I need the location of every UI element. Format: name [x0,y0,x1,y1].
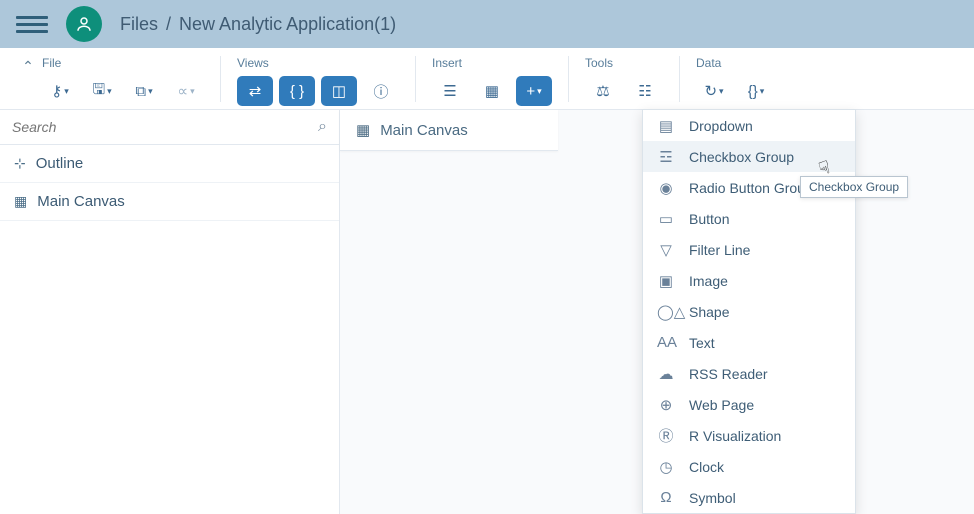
menu-item-icon: ☁ [657,365,675,383]
toolbar-group-data-label: Data [696,56,774,70]
collapse-toolbar-button[interactable]: ⌃ [14,56,42,75]
menu-item-icon: Ⓡ [657,425,675,446]
tooltip: Checkbox Group [800,176,908,198]
menu-item-label: Button [689,211,729,227]
canvas-icon: ▦ [356,121,370,139]
left-panel: ⌕ ⊹ Outline ▦ Main Canvas [0,110,340,514]
menu-item-label: Web Page [689,397,754,413]
menu-item-icon: ◉ [657,179,675,197]
insert-menu-item[interactable]: ▤ Dropdown [643,110,855,141]
top-bar: Files / New Analytic Application(1) [0,0,974,48]
toolbar-group-views-label: Views [237,56,399,70]
tree-item-main-canvas[interactable]: ▦ Main Canvas [0,183,339,221]
menu-item-icon: ⊕ [657,396,675,414]
menu-item-label: Shape [689,304,729,320]
menu-item-label: Checkbox Group [689,149,794,165]
toolbar-group-insert-label: Insert [432,56,552,70]
person-icon [75,15,93,33]
insert-menu-item[interactable]: ◷ Clock [643,451,855,482]
toolbar-group-file: File ⚷▾ 🖫▾ ⧉▾ ∝▾ [42,56,204,106]
menu-item-icon: ☲ [657,148,675,166]
breadcrumb: Files / New Analytic Application(1) [120,14,396,35]
menu-item-label: R Visualization [689,428,781,444]
toolbar-group-data: Data ↻▾ {}▾ [696,56,774,106]
menu-item-label: RSS Reader [689,366,768,382]
breadcrumb-current: New Analytic Application(1) [179,14,396,35]
toolbar-group-views: Views ⇄ { } ◫ ⓘ [237,56,399,106]
insert-menu-item[interactable]: AA Text [643,327,855,358]
avatar[interactable] [66,6,102,42]
info-icon[interactable]: ⓘ [363,76,399,106]
tree-item-outline[interactable]: ⊹ Outline [0,145,339,183]
search-row: ⌕ [0,110,339,145]
search-icon[interactable]: ⌕ [318,118,327,136]
menu-item-label: Filter Line [689,242,750,258]
canvas-tab-label: Main Canvas [380,122,468,139]
insert-menu-item[interactable]: ☁ RSS Reader [643,358,855,389]
table-icon[interactable]: ▦ [474,76,510,106]
tree-item-label: Main Canvas [37,193,125,210]
menu-item-icon: ◯△ [657,303,675,321]
insert-menu-item[interactable]: ◯△ Shape [643,296,855,327]
add-component-button[interactable]: +▾ [516,76,552,106]
toolbar: ⌃ File ⚷▾ 🖫▾ ⧉▾ ∝▾ Views ⇄ { } ◫ ⓘ Inser… [0,48,974,110]
insert-menu-item[interactable]: ⊕ Web Page [643,389,855,420]
insert-menu-item[interactable]: Ω Symbol [643,482,855,513]
toolbar-group-insert: Insert ☰ ▦ +▾ [432,56,552,106]
menu-item-icon: ▭ [657,210,675,228]
toolbar-group-tools-label: Tools [585,56,663,70]
menu-item-icon: ▣ [657,272,675,290]
insert-menu-item[interactable]: ▽ Filter Line [643,234,855,265]
chart-icon[interactable]: ☰ [432,76,468,106]
canvas-tab[interactable]: ▦ Main Canvas [340,110,558,151]
insert-menu-item[interactable]: ▭ Button [643,203,855,234]
toolbar-group-file-label: File [42,56,204,70]
menu-item-icon: AA [657,334,675,351]
tree-view-icon[interactable]: ⇄ [237,76,273,106]
search-input[interactable] [12,119,312,135]
canvas-icon: ▦ [14,193,27,210]
key-icon[interactable]: ⚷▾ [42,76,78,106]
settings-icon[interactable]: ☷ [627,76,663,106]
layout-view-icon[interactable]: ◫ [321,76,357,106]
braces-icon[interactable]: {}▾ [738,76,774,106]
scale-icon[interactable]: ⚖ [585,76,621,106]
menu-item-label: Image [689,273,728,289]
refresh-icon[interactable]: ↻▾ [696,76,732,106]
breadcrumb-root[interactable]: Files [120,14,158,35]
menu-item-icon: ▤ [657,117,675,135]
copy-icon[interactable]: ⧉▾ [126,76,162,106]
toolbar-group-tools: Tools ⚖ ☷ [585,56,663,106]
tree-item-label: Outline [36,155,84,172]
menu-item-label: Clock [689,459,724,475]
insert-menu-item[interactable]: Ⓡ R Visualization [643,420,855,451]
menu-item-label: Dropdown [689,118,753,134]
menu-item-icon: ◷ [657,458,675,476]
menu-item-icon: Ω [657,489,675,506]
code-view-icon[interactable]: { } [279,76,315,106]
outline-icon: ⊹ [14,155,26,172]
menu-item-icon: ▽ [657,241,675,259]
menu-item-label: Symbol [689,490,736,506]
menu-item-label: Text [689,335,715,351]
breadcrumb-separator: / [166,14,171,35]
insert-menu-item[interactable]: ▣ Image [643,265,855,296]
share-icon[interactable]: ∝▾ [168,76,204,106]
save-icon[interactable]: 🖫▾ [84,76,120,106]
menu-icon[interactable] [16,8,48,40]
menu-item-label: Radio Button Group [689,180,813,196]
